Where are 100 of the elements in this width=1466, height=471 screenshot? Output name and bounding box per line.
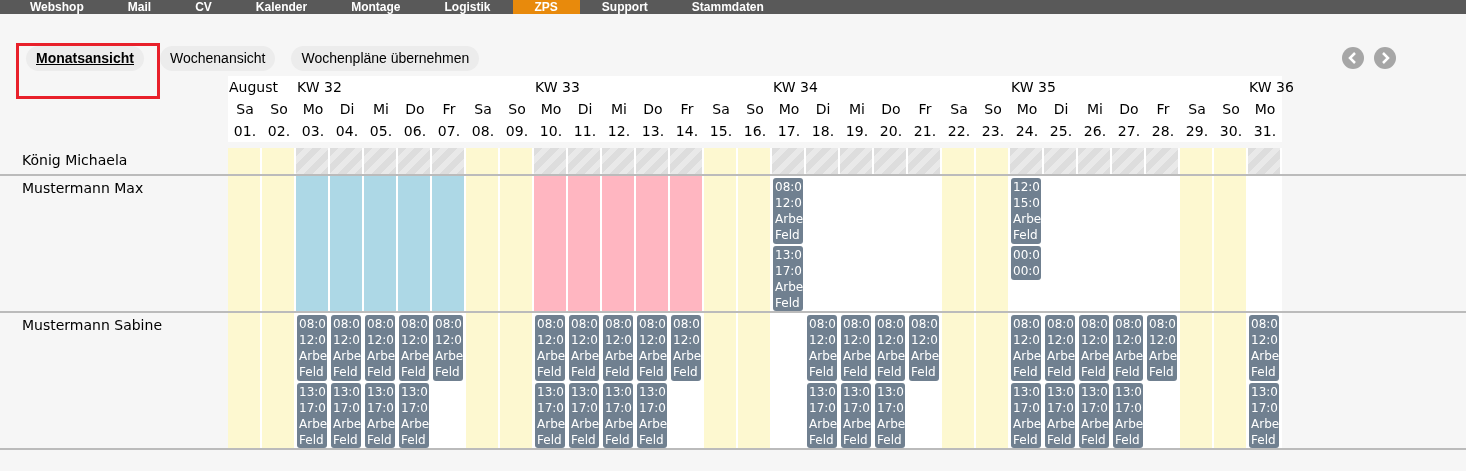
shift-entry[interactable]: 13:0 17:0 Arbe Feld — [875, 382, 905, 448]
shift-entry[interactable]: 08:0 12:0 Arbe Feld — [841, 315, 871, 381]
weekday-label: Sa — [1187, 100, 1207, 119]
view-tab[interactable]: Wochenpläne übernehmen — [291, 45, 480, 71]
weekend-cell — [262, 148, 296, 174]
date-label: 03. — [300, 122, 326, 141]
shift-entry[interactable]: 13:0 17:0 Arbe Feld — [297, 382, 327, 448]
previous-icon[interactable] — [1342, 47, 1364, 69]
shift-entry[interactable]: 13:0 17:0 Arbe Feld — [399, 382, 429, 448]
unavailable-cell — [534, 148, 568, 174]
date-label: 27. — [1116, 122, 1142, 141]
unavailable-cell — [602, 148, 636, 174]
shift-entry[interactable]: 08:0 12:0 Arbe Feld — [807, 315, 837, 381]
week-label: KW 35 — [1010, 79, 1056, 95]
shift-entry[interactable]: 13:0 17:0 Arbe Feld — [1011, 382, 1041, 448]
shift-entry[interactable]: 13:0 17:0 Arbe Feld — [1249, 382, 1279, 448]
nav-tab[interactable]: ZPS — [512, 0, 580, 14]
shift-entry[interactable]: 08:0 12:0 Arbe Feld — [535, 315, 565, 381]
unavailable-cell — [1146, 148, 1180, 174]
view-tab[interactable]: Monatsansicht — [26, 45, 144, 71]
nav-tab[interactable]: Montage — [329, 0, 423, 14]
weekday-label: Di — [576, 100, 594, 119]
shift-entry[interactable]: 13:0 17:0 Arbe Feld — [365, 382, 395, 448]
shift-entry[interactable]: 13:0 17:0 Arbe Feld — [1113, 382, 1143, 448]
shift-entry[interactable]: 08:0 12:0 Arbe Feld — [671, 315, 701, 381]
unavailable-cell — [772, 148, 806, 174]
unavailable-cell — [1044, 148, 1078, 174]
unavailable-cell — [432, 148, 466, 174]
shift-entry[interactable]: 08:0 12:0 Arbe Feld — [1147, 315, 1177, 381]
weekday-label: Sa — [711, 100, 731, 119]
shift-entry[interactable]: 13:0 17:0 Arbe Feld — [637, 382, 667, 448]
weekend-cell — [976, 148, 1010, 174]
date-label: 26. — [1082, 122, 1108, 141]
weekday-label: So — [1221, 100, 1241, 119]
shift-entry[interactable]: 13:0 17:0 Arbe Feld — [773, 245, 803, 311]
unavailable-cell — [330, 148, 364, 174]
shift-entry[interactable]: 08:0 12:0 Arbe Feld — [365, 315, 395, 381]
shift-entry[interactable]: 08:0 12:0 Arbe Feld — [569, 315, 599, 381]
weekday-label: Sa — [949, 100, 969, 119]
shift-entry[interactable]: 13:0 17:0 Arbe Feld — [1079, 382, 1109, 448]
shift-entry[interactable]: 00:0 00:0 — [1011, 246, 1041, 280]
weekday-label: Do — [1118, 100, 1140, 119]
shift-entry[interactable]: 08:0 12:0 Arbe Feld — [875, 315, 905, 381]
shift-entry[interactable]: 08:0 12:0 Arbe Feld — [1249, 315, 1279, 381]
shift-entry[interactable]: 08:0 12:0 Arbe Feld — [1011, 315, 1041, 381]
date-label: 08. — [470, 122, 496, 141]
shift-entry[interactable]: 13:0 17:0 Arbe Feld — [569, 382, 599, 448]
shift-entry[interactable]: 08:0 12:0 Arbe Feld — [399, 315, 429, 381]
shift-entry[interactable]: 13:0 17:0 Arbe Feld — [535, 382, 565, 448]
weekday-label: So — [983, 100, 1003, 119]
shift-entry[interactable]: 08:0 12:0 Arbe Feld — [1079, 315, 1109, 381]
nav-tab[interactable]: Mail — [105, 0, 174, 14]
shift-entry[interactable]: 08:0 12:0 Arbe Feld — [433, 315, 463, 381]
weekday-label: Do — [880, 100, 902, 119]
date-label: 10. — [538, 122, 564, 141]
view-tab[interactable]: Wochenansicht — [160, 45, 276, 71]
shift-entry[interactable]: 13:0 17:0 Arbe Feld — [331, 382, 361, 448]
shift-entry[interactable]: 08:0 12:0 Arbe Feld — [297, 315, 327, 381]
date-label: 20. — [878, 122, 904, 141]
unavailable-cell — [296, 148, 330, 174]
nav-tab[interactable]: Support — [579, 0, 670, 14]
weekday-label: Mo — [777, 100, 801, 119]
shift-entry[interactable]: 08:0 12:0 Arbe Feld — [331, 315, 361, 381]
shift-entry[interactable]: 08:0 12:0 Arbe Feld — [1113, 315, 1143, 381]
shift-entry[interactable]: 13:0 17:0 Arbe Feld — [1045, 382, 1075, 448]
shift-entry[interactable]: 08:0 12:0 Arbe Feld — [773, 178, 803, 244]
employee-name: Mustermann Max — [22, 180, 144, 196]
weekday-label: Fr — [679, 100, 695, 119]
shift-entry[interactable]: 12:0 15:0 Arbe Feld — [1011, 178, 1041, 244]
weekend-cell — [1214, 148, 1248, 174]
shift-entry[interactable]: 08:0 12:0 Arbe Feld — [1045, 315, 1075, 381]
shift-entry[interactable]: 08:0 12:0 Arbe Feld — [909, 315, 939, 381]
weekend-cell — [1180, 148, 1214, 174]
date-label: 29. — [1184, 122, 1210, 141]
nav-tab[interactable]: Stammdaten — [669, 0, 786, 14]
weekday-label: Do — [642, 100, 664, 119]
nav-tab[interactable]: Webshop — [8, 0, 106, 14]
unavailable-cell — [1078, 148, 1112, 174]
nav-tab[interactable]: Kalender — [233, 0, 330, 14]
date-label: 31. — [1252, 122, 1278, 141]
shift-entry[interactable]: 08:0 12:0 Arbe Feld — [603, 315, 633, 381]
week-label: August — [228, 79, 278, 95]
next-icon[interactable] — [1374, 47, 1396, 69]
unavailable-cell — [636, 148, 670, 174]
shift-entry[interactable]: 08:0 12:0 Arbe Feld — [637, 315, 667, 381]
date-label: 16. — [742, 122, 768, 141]
nav-tab[interactable]: CV — [173, 0, 234, 14]
weekday-label: Mi — [372, 100, 390, 119]
date-label: 01. — [232, 122, 258, 141]
unavailable-cell — [670, 148, 704, 174]
weekend-cell — [500, 148, 534, 174]
weekday-label: Mo — [1253, 100, 1277, 119]
date-label: 18. — [810, 122, 836, 141]
date-label: 21. — [912, 122, 938, 141]
shift-entry[interactable]: 13:0 17:0 Arbe Feld — [807, 382, 837, 448]
weekday-label: Do — [404, 100, 426, 119]
shift-entry[interactable]: 13:0 17:0 Arbe Feld — [841, 382, 871, 448]
date-label: 25. — [1048, 122, 1074, 141]
shift-entry[interactable]: 13:0 17:0 Arbe Feld — [603, 382, 633, 448]
nav-tab[interactable]: Logistik — [422, 0, 513, 14]
